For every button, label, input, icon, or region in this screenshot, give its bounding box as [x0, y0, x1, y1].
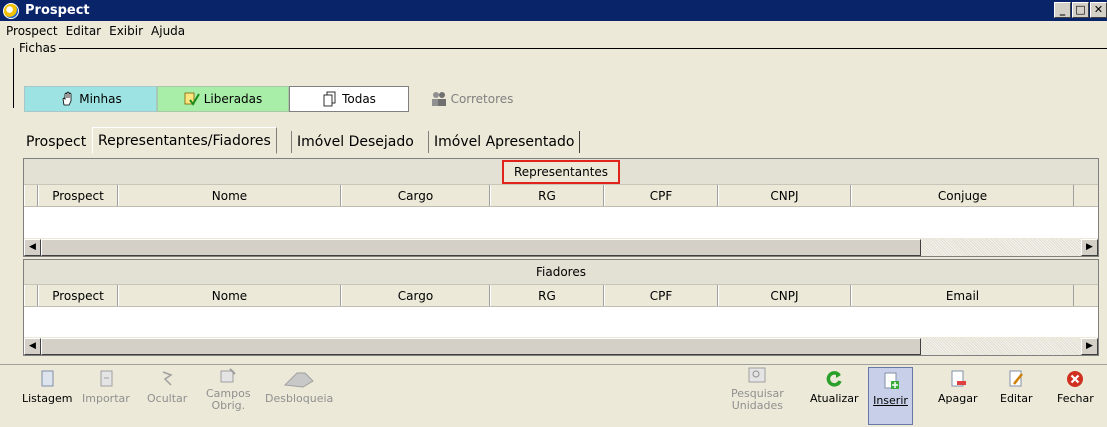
inserir-label: Inserir	[873, 394, 908, 407]
column-rg[interactable]: RG	[490, 285, 604, 306]
representantes-header: Representantes	[24, 159, 1098, 185]
filter-corretores-label: Corretores	[450, 92, 514, 106]
menu-editar[interactable]: Editar	[62, 24, 106, 38]
tab-imovel-apresentado[interactable]: Imóvel Apresentado	[428, 131, 581, 153]
atualizar-button[interactable]: Atualizar	[810, 369, 859, 405]
listagem-label: Listagem	[22, 392, 73, 405]
add-document-icon	[881, 371, 901, 391]
page-icon	[37, 369, 57, 389]
unlock-icon	[279, 369, 319, 389]
column-cnpj[interactable]: CNPJ	[718, 285, 851, 306]
column-cpf[interactable]: CPF	[604, 185, 718, 206]
maximize-icon[interactable]: □	[1072, 2, 1089, 18]
column-prospect[interactable]: Prospect	[38, 285, 118, 306]
column-rg[interactable]: RG	[490, 185, 604, 206]
campos-obrig-button[interactable]: Campos Obrig.	[206, 366, 251, 412]
import-icon	[96, 369, 116, 389]
fiadores-scrollbar[interactable]: ◀ ▶	[24, 337, 1098, 355]
desbloqueia-button[interactable]: Desbloqueia	[265, 369, 333, 405]
search-units-icon	[747, 366, 767, 386]
unidades-label: Unidades	[731, 399, 784, 412]
filter-liberadas-button[interactable]: Liberadas	[157, 86, 289, 112]
window-title: Prospect	[25, 3, 90, 18]
column-nome[interactable]: Nome	[118, 185, 341, 206]
inserir-button[interactable]: Inserir	[868, 367, 913, 425]
scroll-right-icon[interactable]: ▶	[1081, 337, 1098, 355]
obrig-label: Obrig.	[211, 399, 246, 412]
atualizar-label: Atualizar	[810, 392, 859, 405]
documents-icon	[322, 91, 338, 107]
filter-minhas-label: Minhas	[79, 92, 122, 106]
tab-imovel-desejado[interactable]: Imóvel Desejado	[291, 131, 419, 153]
form-edit-icon	[218, 366, 238, 386]
desbloqueia-label: Desbloqueia	[265, 392, 334, 405]
refresh-icon	[824, 369, 844, 389]
fichas-border	[13, 48, 14, 108]
scroll-track[interactable]	[921, 337, 1081, 355]
scroll-thumb[interactable]	[41, 238, 921, 256]
pesquisar-unidades-button[interactable]: Pesquisar Unidades	[731, 366, 784, 412]
document-check-icon	[184, 91, 200, 107]
title-bar: Prospect _ □ ✕	[0, 0, 1107, 21]
fiadores-title: Fiadores	[536, 265, 586, 279]
editar-button[interactable]: Editar	[1000, 369, 1033, 405]
importar-label: Importar	[82, 392, 130, 405]
menu-ajuda[interactable]: Ajuda	[147, 24, 189, 38]
filter-minhas-button[interactable]: Minhas	[24, 86, 157, 112]
column-email[interactable]: Email	[851, 285, 1074, 306]
fichas-label: Fichas	[14, 41, 60, 55]
filter-liberadas-label: Liberadas	[203, 92, 263, 106]
fechar-button[interactable]: Fechar	[1057, 369, 1094, 405]
apagar-label: Apagar	[938, 392, 978, 405]
close-circle-icon	[1065, 369, 1085, 389]
column-conjuge[interactable]: Conjuge	[851, 185, 1074, 206]
scroll-thumb[interactable]	[41, 337, 921, 355]
listagem-button[interactable]: Listagem	[22, 369, 72, 405]
menu-bar: Prospect Editar Exibir Ajuda	[0, 21, 1107, 41]
menu-exibir[interactable]: Exibir	[105, 24, 147, 38]
tab-representantes-fiadores[interactable]: Representantes/Fiadores	[92, 127, 277, 154]
representantes-scrollbar[interactable]: ◀ ▶	[24, 238, 1098, 256]
representantes-grid[interactable]: Representantes Prospect Nome Cargo RG CP…	[23, 158, 1099, 257]
window-controls: _ □ ✕	[1054, 2, 1107, 18]
representantes-title: Representantes	[501, 159, 621, 184]
hide-icon	[157, 369, 177, 389]
column-nome[interactable]: Nome	[118, 285, 341, 306]
minimize-icon[interactable]: _	[1054, 2, 1071, 18]
importar-button[interactable]: Importar	[82, 369, 130, 405]
representantes-columns: Prospect Nome Cargo RG CPF CNPJ Conjuge	[24, 185, 1098, 207]
menu-prospect[interactable]: Prospect	[0, 24, 62, 38]
scroll-left-icon[interactable]: ◀	[24, 238, 41, 256]
column-cargo[interactable]: Cargo	[341, 185, 490, 206]
people-icon	[431, 91, 447, 107]
column-cargo[interactable]: Cargo	[341, 285, 490, 306]
apagar-button[interactable]: Apagar	[938, 369, 978, 405]
fiadores-columns: Prospect Nome Cargo RG CPF CNPJ Email	[24, 285, 1098, 307]
fiadores-grid[interactable]: Fiadores Prospect Nome Cargo RG CPF CNPJ…	[23, 259, 1099, 356]
ocultar-label: Ocultar	[147, 392, 188, 405]
scroll-track[interactable]	[921, 238, 1081, 256]
app-icon	[3, 2, 19, 19]
fechar-label: Fechar	[1057, 392, 1094, 405]
column-cpf[interactable]: CPF	[604, 285, 718, 306]
row-indicator-column	[24, 285, 38, 306]
scroll-right-icon[interactable]: ▶	[1081, 238, 1098, 256]
ocultar-button[interactable]: Ocultar	[147, 369, 187, 405]
fiadores-header: Fiadores	[24, 260, 1098, 285]
column-cnpj[interactable]: CNPJ	[718, 185, 851, 206]
edit-document-icon	[1006, 369, 1026, 389]
filter-todas-button[interactable]: Todas	[289, 86, 409, 112]
delete-document-icon	[948, 369, 968, 389]
editar-label: Editar	[1000, 392, 1033, 405]
filter-todas-label: Todas	[342, 92, 376, 106]
filter-corretores-button[interactable]: Corretores	[412, 86, 532, 112]
row-indicator-column	[24, 185, 38, 206]
scroll-left-icon[interactable]: ◀	[24, 337, 41, 355]
column-prospect[interactable]: Prospect	[38, 185, 118, 206]
hand-icon	[59, 91, 75, 107]
close-icon[interactable]: ✕	[1090, 2, 1107, 18]
tab-prospect[interactable]: Prospect	[21, 131, 91, 153]
